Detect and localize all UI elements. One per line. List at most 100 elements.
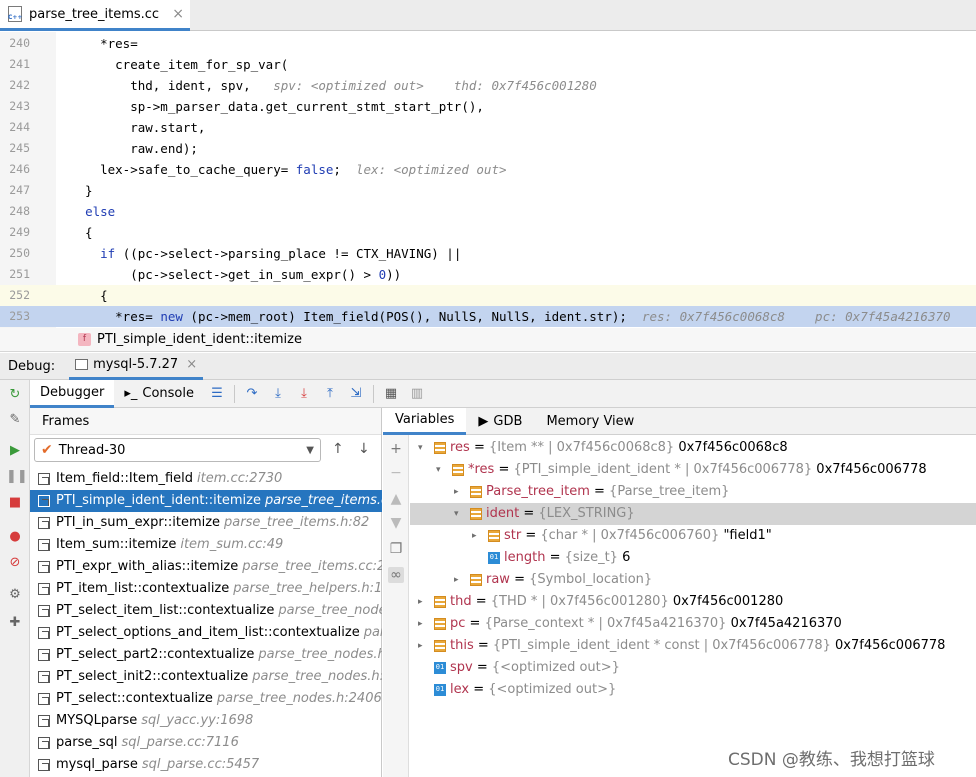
- frame-item[interactable]: parse_sql sql_parse.cc:7116: [30, 732, 382, 754]
- frame-item[interactable]: mysql_parse sql_parse.cc:5457: [30, 754, 382, 776]
- arrow-down-icon[interactable]: ↓: [358, 441, 370, 457]
- frame-function: PT_select_part2::contextualize: [56, 647, 255, 662]
- move-up-icon[interactable]: ▲: [388, 491, 404, 507]
- tab-console[interactable]: ▸_ Console: [114, 380, 204, 408]
- close-icon[interactable]: ×: [172, 6, 184, 22]
- variable-row[interactable]: ▾ ident = {LEX_STRING}: [410, 503, 976, 525]
- chevron-right-icon[interactable]: ▸: [472, 525, 477, 547]
- editor-tab-parse-tree-items[interactable]: parse_tree_items.cc ×: [0, 0, 190, 31]
- copy-icon[interactable]: ❐: [388, 541, 404, 557]
- chevron-down-icon[interactable]: ▾: [418, 437, 423, 459]
- close-icon[interactable]: ×: [186, 357, 197, 372]
- frame-item[interactable]: PT_select_part2::contextualize parse_tree…: [30, 644, 382, 666]
- variable-type: {PTI_simple_ident_ident * const | 0x7f45…: [492, 638, 831, 653]
- variable-row[interactable]: ▾ res = {Item ** | 0x7f456c0068c8} 0x7f45…: [410, 437, 976, 459]
- code-editor[interactable]: 240 *res= 241 create_item_for_sp_var(242 …: [0, 32, 976, 328]
- breadcrumb[interactable]: f PTI_simple_ident_ident::itemize: [0, 328, 976, 352]
- code-line[interactable]: 244 raw.start,: [0, 117, 976, 138]
- chevron-right-icon[interactable]: ▸: [418, 635, 423, 657]
- frame-location: parse_tree_helpers.h:100: [233, 581, 382, 596]
- step-into-icon[interactable]: ⤓: [267, 383, 289, 405]
- code-line[interactable]: 253 *res= new (pc->mem_root) Item_field(…: [0, 306, 976, 327]
- frame-location: sql_yacc.yy:1698: [141, 713, 254, 728]
- wrench-icon[interactable]: ✎: [6, 411, 24, 429]
- code-line[interactable]: 243 sp->m_parser_data.get_current_stmt_s…: [0, 96, 976, 117]
- run-to-cursor-icon[interactable]: ⇲: [345, 383, 367, 405]
- frame-item[interactable]: Item_field::Item_field item.cc:2730: [30, 468, 382, 490]
- stop-icon[interactable]: ■: [6, 494, 24, 512]
- frame-item[interactable]: PTI_in_sum_expr::itemize parse_tree_items…: [30, 512, 382, 534]
- code-line[interactable]: 242 thd, ident, spv, spv: <optimized out…: [0, 75, 976, 96]
- struct-field-icon: [434, 640, 446, 652]
- chevron-right-icon[interactable]: ▸: [454, 569, 459, 591]
- equals-sign: =: [521, 528, 541, 543]
- variable-row[interactable]: 01 spv = {<optimized out>}: [410, 657, 976, 679]
- tab-variables[interactable]: Variables: [383, 407, 467, 435]
- arrow-up-icon[interactable]: ↑: [332, 441, 344, 457]
- pause-icon[interactable]: ❚❚: [6, 468, 28, 486]
- watermark: CSDN @教练、我想打篮球: [728, 750, 935, 770]
- move-down-icon[interactable]: ▼: [388, 515, 404, 531]
- variable-row[interactable]: ▾ *res = {PTI_simple_ident_ident * | 0x7f…: [410, 459, 976, 481]
- pin-icon[interactable]: ✚: [6, 614, 24, 632]
- layout-icon[interactable]: ▥: [406, 383, 428, 405]
- debug-session-tab[interactable]: mysql-5.7.27 ×: [69, 353, 204, 380]
- chevron-down-icon[interactable]: ▾: [436, 459, 441, 481]
- frame-item[interactable]: Item_sum::itemize item_sum.cc:49: [30, 534, 382, 556]
- stack-frame-icon: [38, 627, 50, 639]
- code-line[interactable]: 240 *res=: [0, 33, 976, 54]
- force-step-into-icon[interactable]: ⤓: [293, 383, 315, 405]
- frame-item[interactable]: PTI_expr_with_alias::itemize parse_tree_i…: [30, 556, 382, 578]
- code-line[interactable]: 252 {: [0, 285, 976, 306]
- menu-icon[interactable]: ☰: [206, 383, 228, 405]
- tab-memory-view[interactable]: Memory View: [534, 408, 646, 435]
- chevron-down-icon[interactable]: ▾: [454, 503, 459, 525]
- glasses-icon[interactable]: ∞: [388, 567, 404, 583]
- resume-icon[interactable]: ▶: [6, 442, 24, 460]
- chevron-right-icon[interactable]: ▸: [418, 613, 423, 635]
- variable-row[interactable]: ▸ thd = {THD * | 0x7f456c001280} 0x7f456c…: [410, 591, 976, 613]
- tab-debugger[interactable]: Debugger: [30, 379, 115, 408]
- code-line[interactable]: 250 if ((pc->select->parsing_place != CT…: [0, 243, 976, 264]
- frame-location: parse_tree_items.cc:29: [242, 559, 382, 574]
- variable-row[interactable]: ▸ Parse_tree_item = {Parse_tree_item}: [410, 481, 976, 503]
- tab-gdb[interactable]: ▶ GDB: [466, 408, 534, 435]
- code-line[interactable]: 241 create_item_for_sp_var(: [0, 54, 976, 75]
- variable-name: this: [450, 638, 474, 653]
- frame-item[interactable]: PT_select_options_and_item_list::context…: [30, 622, 382, 644]
- variable-row[interactable]: 01 lex = {<optimized out>}: [410, 679, 976, 701]
- code-line[interactable]: 246 lex->safe_to_cache_query= false; lex…: [0, 159, 976, 180]
- frame-function: parse_sql: [56, 735, 118, 750]
- code-line[interactable]: 248 else: [0, 201, 976, 222]
- gear-icon[interactable]: ⚙: [6, 586, 24, 604]
- variable-row[interactable]: ▸ pc = {Parse_context * | 0x7f45a4216370}…: [410, 613, 976, 635]
- variable-row[interactable]: ▸ this = {PTI_simple_ident_ident * const …: [410, 635, 976, 657]
- remove-watch-icon[interactable]: −: [388, 465, 404, 481]
- frame-item[interactable]: PT_item_list::contextualize parse_tree_he…: [30, 578, 382, 600]
- mute-breakpoints-icon[interactable]: ⊘: [6, 554, 24, 572]
- frame-function: PT_select_item_list::contextualize: [56, 603, 275, 618]
- chevron-right-icon[interactable]: ▸: [418, 591, 423, 613]
- thread-select[interactable]: ✔ Thread-30 ▼: [34, 438, 321, 462]
- frame-item[interactable]: PT_select_item_list::contextualize parse_…: [30, 600, 382, 622]
- frame-item[interactable]: PT_select_init2::contextualize parse_tree…: [30, 666, 382, 688]
- variable-row[interactable]: 01 length = {size_t} 6: [410, 547, 976, 569]
- view-breakpoints-icon[interactable]: ●: [6, 528, 24, 546]
- variable-row[interactable]: ▸ str = {char * | 0x7f456c006760} "field1…: [410, 525, 976, 547]
- variable-name: thd: [450, 594, 472, 609]
- variables-tab-row: Variables ▶ GDB Memory View: [383, 407, 976, 435]
- code-line[interactable]: 247 }: [0, 180, 976, 201]
- variable-row[interactable]: ▸ raw = {Symbol_location}: [410, 569, 976, 591]
- frame-item[interactable]: PTI_simple_ident_ident::itemize parse_tre…: [30, 490, 382, 512]
- code-line[interactable]: 251 (pc->select->get_in_sum_expr() > 0)): [0, 264, 976, 285]
- code-line[interactable]: 249 {: [0, 222, 976, 243]
- frame-item[interactable]: PT_select::contextualize parse_tree_nodes…: [30, 688, 382, 710]
- chevron-right-icon[interactable]: ▸: [454, 481, 459, 503]
- code-line[interactable]: 245 raw.end);: [0, 138, 976, 159]
- frame-item[interactable]: MYSQLparse sql_yacc.yy:1698: [30, 710, 382, 732]
- evaluate-expression-icon[interactable]: ▦: [380, 383, 402, 405]
- add-watch-icon[interactable]: +: [388, 441, 404, 457]
- rerun-icon[interactable]: ↻: [6, 386, 24, 404]
- step-over-icon[interactable]: ↷: [241, 383, 263, 405]
- step-out-icon[interactable]: ⤒: [319, 383, 341, 405]
